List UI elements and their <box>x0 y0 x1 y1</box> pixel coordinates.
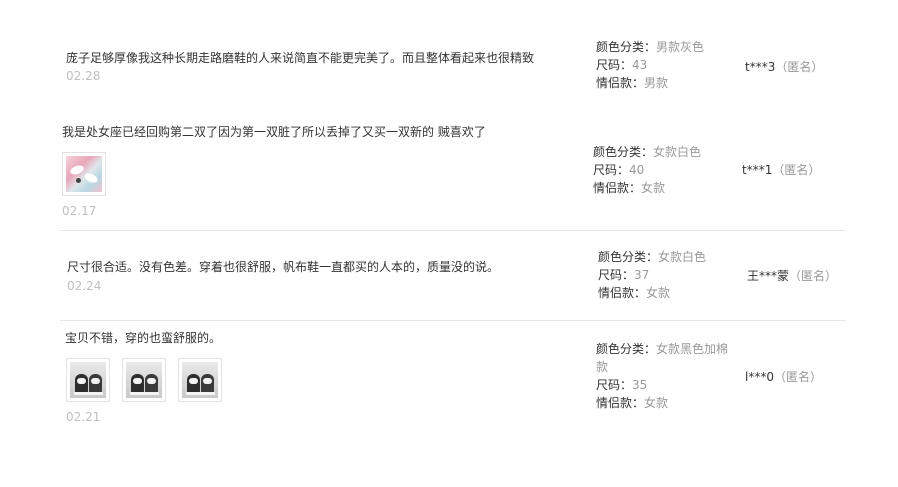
reviewer: l***0（匿名） <box>745 369 822 385</box>
review-date: 02.28 <box>66 69 101 83</box>
review-date: 02.24 <box>67 279 102 293</box>
color-label: 颜色分类： <box>596 40 657 54</box>
couple-label: 情侣款： <box>596 76 645 90</box>
shoe-photo-icon <box>70 362 106 398</box>
sku-info: 颜色分类：女款白色 尺码：40 情侣款：女款 <box>593 143 733 197</box>
color-label: 颜色分类： <box>596 342 657 356</box>
sku-info: 颜色分类：女款白色 尺码：37 情侣款：女款 <box>598 248 738 302</box>
anonymous-tag: （匿名） <box>773 370 822 384</box>
color-value: 女款白色 <box>658 250 707 264</box>
reviewer: 王***蒙（匿名） <box>747 268 837 284</box>
color-label: 颜色分类： <box>593 145 654 159</box>
shoe-photo-icon <box>126 362 162 398</box>
color-value: 男款灰色 <box>656 40 705 54</box>
couple-value: 女款 <box>646 286 671 300</box>
size-label: 尺码： <box>598 268 635 282</box>
anonymous-tag: （匿名） <box>789 269 838 283</box>
reviewer-name: l***0 <box>745 370 774 384</box>
reviewer-name: t***1 <box>742 163 773 177</box>
couple-label: 情侣款： <box>598 286 647 300</box>
review-date: 02.21 <box>66 410 101 424</box>
row-divider <box>60 320 846 321</box>
sku-info: 颜色分类：女款黑色加棉 款 尺码：35 情侣款：女款 <box>596 340 736 412</box>
size-label: 尺码： <box>596 378 633 392</box>
review-photo-thumbnail[interactable] <box>66 358 110 402</box>
size-value: 43 <box>632 58 648 72</box>
review-content: 尺寸很合适。没有色差。穿着也很舒服，帆布鞋一直都买的人本的，质量没的说。 <box>67 260 500 274</box>
row-divider <box>60 230 846 231</box>
reviewer-name: 王***蒙 <box>747 269 790 283</box>
color-label: 颜色分类： <box>598 250 659 264</box>
reviewer-name: t***3 <box>745 60 776 74</box>
couple-value: 男款 <box>644 76 669 90</box>
sku-info: 颜色分类：男款灰色 尺码：43 情侣款：男款 <box>596 38 736 92</box>
size-value: 37 <box>634 268 650 282</box>
couple-value: 女款 <box>644 396 669 410</box>
color-value-continued: 款 <box>596 360 609 374</box>
review-photos <box>66 358 234 402</box>
color-value: 女款白色 <box>653 145 702 159</box>
review-date: 02.17 <box>62 204 97 218</box>
couple-value: 女款 <box>641 181 666 195</box>
review-photos <box>62 152 118 196</box>
couple-label: 情侣款： <box>596 396 645 410</box>
review-list: 庞子足够厚像我这种长期走路磨鞋的人来说简直不能更完美了。而且整体看起来也很精致 … <box>0 0 898 487</box>
size-value: 35 <box>632 378 648 392</box>
review-photo-thumbnail[interactable] <box>62 152 106 196</box>
review-content: 宝贝不错，穿的也蛮舒服的。 <box>65 331 222 345</box>
size-label: 尺码： <box>596 58 633 72</box>
review-photo-thumbnail[interactable] <box>178 358 222 402</box>
review-photo-thumbnail[interactable] <box>122 358 166 402</box>
reviewer: t***1（匿名） <box>742 162 820 178</box>
anonymous-tag: （匿名） <box>775 60 824 74</box>
review-content: 我是处女座已经回购第二双了因为第一双脏了所以丢掉了又买一双新的 贼喜欢了 <box>62 125 486 139</box>
anonymous-tag: （匿名） <box>772 163 821 177</box>
reviewer: t***3（匿名） <box>745 59 823 75</box>
size-label: 尺码： <box>593 163 630 177</box>
shoe-photo-icon <box>66 156 102 192</box>
shoe-photo-icon <box>182 362 218 398</box>
couple-label: 情侣款： <box>593 181 642 195</box>
size-value: 40 <box>629 163 645 177</box>
color-value: 女款黑色加棉 <box>656 342 729 356</box>
review-content: 庞子足够厚像我这种长期走路磨鞋的人来说简直不能更完美了。而且整体看起来也很精致 <box>66 51 535 65</box>
